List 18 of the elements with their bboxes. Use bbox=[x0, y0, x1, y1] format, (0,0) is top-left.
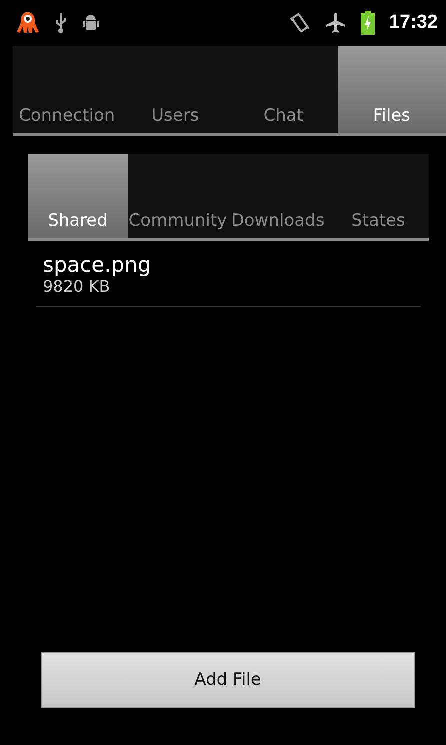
tab[interactable]: States bbox=[328, 154, 429, 238]
file-name[interactable]: space.png bbox=[43, 253, 421, 277]
tab[interactable]: Files bbox=[338, 46, 446, 133]
file-size: 9820 KB bbox=[43, 277, 112, 296]
tab[interactable]: Downloads bbox=[228, 154, 328, 238]
add-file-button[interactable]: Add File bbox=[41, 652, 415, 708]
tab[interactable]: Connection bbox=[13, 46, 122, 133]
tab[interactable]: Community bbox=[128, 154, 228, 238]
vibrate-icon bbox=[289, 12, 312, 34]
tab[interactable]: Users bbox=[121, 46, 230, 133]
clock-time: 17:32 bbox=[389, 12, 438, 34]
octopus-icon bbox=[14, 10, 40, 36]
battery-icon bbox=[361, 11, 376, 35]
tab[interactable]: Shared bbox=[28, 154, 128, 238]
tab[interactable]: Chat bbox=[230, 46, 338, 133]
airplane-icon bbox=[325, 12, 348, 34]
usb-icon bbox=[54, 12, 68, 34]
android-icon bbox=[82, 13, 100, 33]
